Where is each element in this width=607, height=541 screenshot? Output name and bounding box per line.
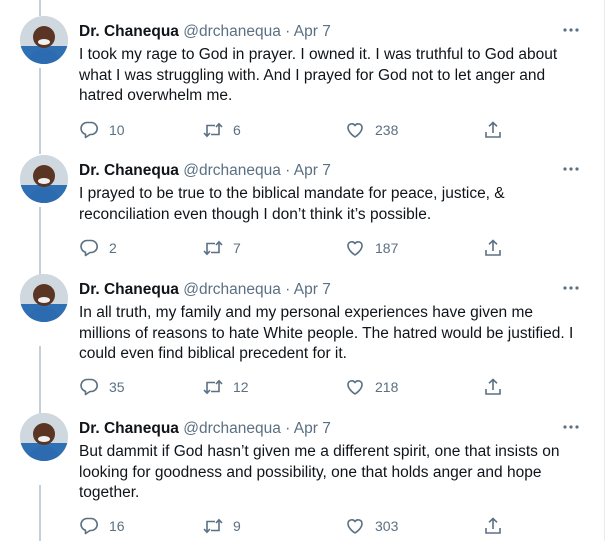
reply-icon xyxy=(78,515,100,537)
separator: · xyxy=(285,420,291,437)
retweet-icon xyxy=(202,376,224,398)
reply-button[interactable]: 2 xyxy=(78,236,117,260)
share-icon xyxy=(482,119,504,141)
like-icon xyxy=(344,376,366,398)
more-icon xyxy=(563,425,579,429)
like-icon xyxy=(344,515,366,537)
tweet-actions: 16 9 303 xyxy=(78,514,518,538)
separator: · xyxy=(285,23,291,40)
tweet-actions: 2 7 187 xyxy=(78,236,518,260)
author-name[interactable]: Dr. Chanequa xyxy=(79,162,179,179)
like-button[interactable]: 187 xyxy=(344,236,398,260)
author-name[interactable]: Dr. Chanequa xyxy=(79,281,179,298)
like-icon xyxy=(344,237,366,259)
retweet-icon xyxy=(202,515,224,537)
tweet[interactable]: Dr. Chanequa @drchanequa · Apr 7 I took … xyxy=(0,0,605,139)
tweet-text: I prayed to be true to the biblical mand… xyxy=(79,185,505,223)
more-icon xyxy=(563,286,579,290)
tweet[interactable]: Dr. Chanequa @drchanequa · Apr 7 But dam… xyxy=(0,397,605,536)
author-handle[interactable]: @drchanequa xyxy=(183,162,281,179)
tweet-date[interactable]: Apr 7 xyxy=(294,281,331,298)
like-button[interactable]: 218 xyxy=(344,375,398,399)
retweet-icon xyxy=(202,119,224,141)
tweet-header: Dr. Chanequa @drchanequa · Apr 7 xyxy=(79,161,331,181)
retweet-count: 7 xyxy=(233,240,241,256)
tweet-date[interactable]: Apr 7 xyxy=(294,162,331,179)
share-button[interactable] xyxy=(482,375,504,399)
tweet[interactable]: Dr. Chanequa @drchanequa · Apr 7 In all … xyxy=(0,258,605,397)
tweet-date[interactable]: Apr 7 xyxy=(294,420,331,437)
retweet-button[interactable]: 7 xyxy=(202,236,241,260)
retweet-count: 12 xyxy=(233,379,249,395)
retweet-count: 6 xyxy=(233,122,241,138)
like-icon xyxy=(344,119,366,141)
thread-timeline: Dr. Chanequa @drchanequa · Apr 7 I took … xyxy=(0,0,605,541)
reply-icon xyxy=(78,119,100,141)
reply-count: 35 xyxy=(109,379,125,395)
author-handle[interactable]: @drchanequa xyxy=(183,420,281,437)
more-button[interactable] xyxy=(559,276,583,300)
retweet-icon xyxy=(202,237,224,259)
author-handle[interactable]: @drchanequa xyxy=(183,23,281,40)
avatar[interactable] xyxy=(20,155,68,203)
reply-icon xyxy=(78,237,100,259)
more-icon xyxy=(563,167,579,171)
tweet-header: Dr. Chanequa @drchanequa · Apr 7 xyxy=(79,22,331,42)
tweet-text: In all truth, my family and my personal … xyxy=(79,304,574,362)
retweet-count: 9 xyxy=(233,518,241,534)
more-button[interactable] xyxy=(559,415,583,439)
reply-button[interactable]: 16 xyxy=(78,514,125,538)
reply-count: 16 xyxy=(109,518,125,534)
share-button[interactable] xyxy=(482,236,504,260)
reply-count: 10 xyxy=(109,122,125,138)
separator: · xyxy=(285,162,291,179)
more-icon xyxy=(563,28,579,32)
share-icon xyxy=(482,376,504,398)
author-handle[interactable]: @drchanequa xyxy=(183,281,281,298)
tweet-date[interactable]: Apr 7 xyxy=(294,23,331,40)
more-button[interactable] xyxy=(559,18,583,42)
share-button[interactable] xyxy=(482,514,504,538)
retweet-button[interactable]: 12 xyxy=(202,375,249,399)
tweet-text: I took my rage to God in prayer. I owned… xyxy=(79,46,558,104)
tweet-actions: 35 12 218 xyxy=(78,375,518,399)
like-count: 218 xyxy=(375,379,399,395)
share-icon xyxy=(482,237,504,259)
author-name[interactable]: Dr. Chanequa xyxy=(79,420,179,437)
avatar[interactable] xyxy=(20,413,68,461)
author-name[interactable]: Dr. Chanequa xyxy=(79,23,179,40)
avatar[interactable] xyxy=(20,16,68,64)
more-button[interactable] xyxy=(559,157,583,181)
tweet-text: But dammit if God hasn’t given me a diff… xyxy=(79,443,560,501)
avatar[interactable] xyxy=(20,274,68,322)
reply-button[interactable]: 35 xyxy=(78,375,125,399)
like-count: 238 xyxy=(375,122,399,138)
like-count: 187 xyxy=(375,240,399,256)
separator: · xyxy=(285,281,291,298)
like-button[interactable]: 303 xyxy=(344,514,398,538)
like-count: 303 xyxy=(375,518,399,534)
retweet-button[interactable]: 9 xyxy=(202,514,241,538)
reply-icon xyxy=(78,376,100,398)
tweet-header: Dr. Chanequa @drchanequa · Apr 7 xyxy=(79,280,331,300)
share-icon xyxy=(482,515,504,537)
reply-count: 2 xyxy=(109,240,117,256)
tweet-header: Dr. Chanequa @drchanequa · Apr 7 xyxy=(79,419,331,439)
